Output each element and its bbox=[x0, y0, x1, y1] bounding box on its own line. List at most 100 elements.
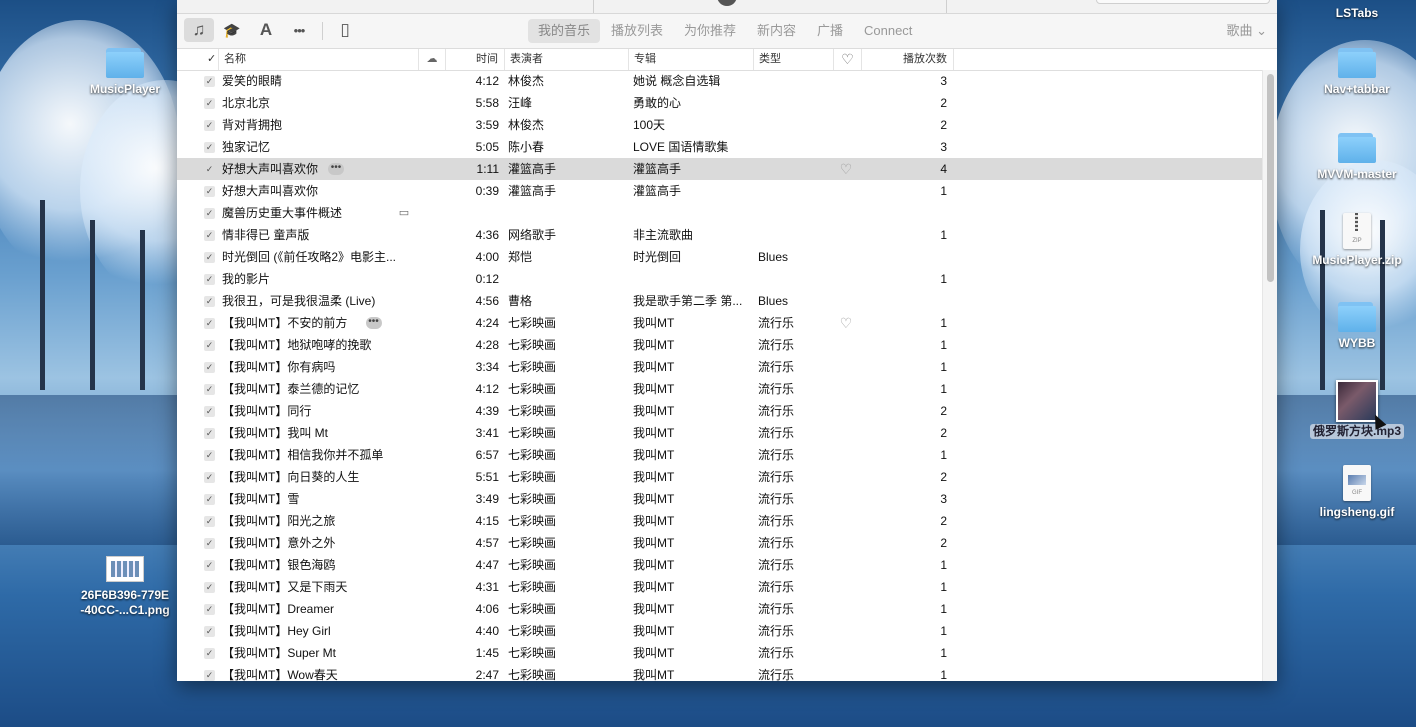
track-checkbox[interactable]: ✓ bbox=[204, 296, 215, 307]
track-row[interactable]: ✓ 【我叫MT】Super Mt 1:45 七彩映画 我叫MT 流行乐 1 bbox=[177, 642, 1262, 664]
track-play-count: 1 bbox=[940, 316, 947, 330]
track-checkbox[interactable]: ✓ bbox=[204, 362, 215, 373]
love-heart-icon[interactable]: ♡ bbox=[837, 158, 855, 180]
col-album[interactable]: 专辑 bbox=[628, 49, 753, 70]
track-row[interactable]: ✓ 【我叫MT】Wow春天 2:47 七彩映画 我叫MT 流行乐 1 bbox=[177, 664, 1262, 681]
music-note-icon[interactable]: ♫ bbox=[184, 18, 214, 42]
graduation-cap-icon[interactable]: 🎓 bbox=[217, 18, 247, 42]
more-icon[interactable]: ••• bbox=[284, 18, 314, 42]
track-row[interactable]: ✓ 好想大声叫喜欢你 0:39 灌篮高手 灌篮高手 1 bbox=[177, 180, 1262, 202]
tab-radio[interactable]: 广播 bbox=[807, 19, 853, 43]
track-checkbox[interactable]: ✓ bbox=[204, 120, 215, 131]
desktop-icon-lstabs[interactable]: LSTabs bbox=[1297, 0, 1416, 21]
more-options-icon[interactable]: ••• bbox=[328, 163, 344, 175]
track-checkbox[interactable]: ✓ bbox=[204, 274, 215, 285]
desktop-icon-wybb[interactable]: WYBB bbox=[1297, 302, 1416, 351]
track-checkbox[interactable]: ✓ bbox=[204, 76, 215, 87]
track-play-count: 2 bbox=[940, 514, 947, 528]
track-artist: 七彩映画 bbox=[508, 316, 557, 330]
tab-playlists[interactable]: 播放列表 bbox=[601, 19, 673, 43]
track-checkbox[interactable]: ✓ bbox=[204, 208, 215, 219]
love-heart-icon[interactable]: ♡ bbox=[837, 312, 855, 334]
desktop-icon-png-file[interactable]: 26F6B396-779E -40CC-...C1.png bbox=[65, 556, 185, 618]
track-row[interactable]: ✓ 【我叫MT】银色海鸥 4:47 七彩映画 我叫MT 流行乐 1 bbox=[177, 554, 1262, 576]
track-row[interactable]: ✓ 情非得已 童声版 4:36 网络歌手 非主流歌曲 1 bbox=[177, 224, 1262, 246]
track-row[interactable]: ✓ 【我叫MT】雪 3:49 七彩映画 我叫MT 流行乐 3 bbox=[177, 488, 1262, 510]
track-checkbox[interactable]: ✓ bbox=[204, 560, 215, 571]
track-row[interactable]: ✓ 我的影片 0:12 1 bbox=[177, 268, 1262, 290]
track-checkbox[interactable]: ✓ bbox=[204, 252, 215, 263]
scrollbar-thumb[interactable] bbox=[1267, 74, 1274, 282]
tab-new[interactable]: 新内容 bbox=[747, 19, 806, 43]
track-checkbox[interactable]: ✓ bbox=[204, 494, 215, 505]
track-row[interactable]: ✓ 【我叫MT】不安的前方 ••• 4:24 七彩映画 我叫MT 流行乐 ♡ 1 bbox=[177, 312, 1262, 334]
track-checkbox[interactable]: ✓ bbox=[204, 384, 215, 395]
track-checkbox[interactable]: ✓ bbox=[204, 516, 215, 527]
track-checkbox[interactable]: ✓ bbox=[204, 450, 215, 461]
track-row[interactable]: ✓ 【我叫MT】同行 4:39 七彩映画 我叫MT 流行乐 2 bbox=[177, 400, 1262, 422]
track-time: 4:31 bbox=[475, 580, 499, 594]
track-checkbox[interactable]: ✓ bbox=[204, 164, 215, 175]
track-checkbox[interactable]: ✓ bbox=[204, 186, 215, 197]
track-row[interactable]: ✓ 【我叫MT】你有病吗 3:34 七彩映画 我叫MT 流行乐 1 bbox=[177, 356, 1262, 378]
track-row[interactable]: ✓ 好想大声叫喜欢你 ••• 1:11 灌篮高手 灌篮高手 ♡ 4 bbox=[177, 158, 1262, 180]
track-checkbox[interactable]: ✓ bbox=[204, 428, 215, 439]
track-checkbox[interactable]: ✓ bbox=[204, 340, 215, 351]
desktop-icon-nav-tabbar[interactable]: Nav+tabbar bbox=[1297, 48, 1416, 97]
desktop-icon-musicplayer-folder[interactable]: MusicPlayer bbox=[65, 48, 185, 97]
track-row[interactable]: ✓ 【我叫MT】泰兰德的记忆 4:12 七彩映画 我叫MT 流行乐 1 bbox=[177, 378, 1262, 400]
tab-for-you[interactable]: 为你推荐 bbox=[674, 19, 746, 43]
col-name[interactable]: 名称 bbox=[218, 49, 418, 70]
track-checkbox[interactable]: ✓ bbox=[204, 406, 215, 417]
app-store-icon[interactable]: A bbox=[251, 18, 281, 42]
track-artist: 七彩映画 bbox=[508, 360, 557, 374]
col-plays[interactable]: 播放次数 bbox=[861, 49, 953, 70]
desktop-icon-musicplayer-zip[interactable]: ZIP MusicPlayer.zip bbox=[1297, 213, 1416, 268]
track-checkbox[interactable]: ✓ bbox=[204, 582, 215, 593]
track-checkbox[interactable]: ✓ bbox=[204, 98, 215, 109]
track-checkbox[interactable]: ✓ bbox=[204, 670, 215, 681]
track-row[interactable]: ✓ 北京北京 5:58 汪峰 勇敢的心 2 bbox=[177, 92, 1262, 114]
track-row[interactable]: ✓ 爱笑的眼睛 4:12 林俊杰 她说 概念自选辑 3 bbox=[177, 70, 1262, 92]
track-row[interactable]: ✓ 【我叫MT】阳光之旅 4:15 七彩映画 我叫MT 流行乐 2 bbox=[177, 510, 1262, 532]
track-row[interactable]: ✓ 【我叫MT】意外之外 4:57 七彩映画 我叫MT 流行乐 2 bbox=[177, 532, 1262, 554]
track-row[interactable]: ✓ 【我叫MT】向日葵的人生 5:51 七彩映画 我叫MT 流行乐 2 bbox=[177, 466, 1262, 488]
tab-my-music[interactable]: 我的音乐 bbox=[528, 19, 601, 43]
search-field[interactable] bbox=[1096, 0, 1270, 4]
col-genre[interactable]: 类型 bbox=[753, 49, 833, 70]
sort-selector[interactable]: 歌曲 ⌄ bbox=[1226, 19, 1267, 43]
desktop-icon-mvvm-master[interactable]: MVVM-master bbox=[1297, 133, 1416, 182]
heart-icon[interactable]: ♡ bbox=[833, 49, 861, 70]
track-checkbox[interactable]: ✓ bbox=[204, 230, 215, 241]
track-row[interactable]: ✓ 【我叫MT】我叫 Mt 3:41 七彩映画 我叫MT 流行乐 2 bbox=[177, 422, 1262, 444]
track-checkbox[interactable]: ✓ bbox=[204, 648, 215, 659]
track-row[interactable]: ✓ 【我叫MT】相信我你并不孤单 6:57 七彩映画 我叫MT 流行乐 1 bbox=[177, 444, 1262, 466]
track-row[interactable]: ✓ 【我叫MT】Hey Girl 4:40 七彩映画 我叫MT 流行乐 1 bbox=[177, 620, 1262, 642]
more-options-icon[interactable]: ••• bbox=[365, 317, 382, 329]
col-check[interactable]: ✓ bbox=[202, 49, 218, 70]
cloud-icon[interactable]: ☁ bbox=[418, 49, 445, 70]
track-row[interactable]: ✓ 魔兽历史重大事件概述 ▭ bbox=[177, 202, 1262, 224]
track-checkbox[interactable]: ✓ bbox=[204, 472, 215, 483]
track-checkbox[interactable]: ✓ bbox=[204, 318, 215, 329]
desktop-icon-gif[interactable]: GIF lingsheng.gif bbox=[1297, 465, 1416, 520]
track-row[interactable]: ✓ 【我叫MT】Dreamer 4:06 七彩映画 我叫MT 流行乐 1 bbox=[177, 598, 1262, 620]
track-row[interactable]: ✓ 我很丑，可是我很温柔 (Live) 4:56 曹格 我是歌手第二季 第... Blue… bbox=[177, 290, 1262, 312]
track-checkbox[interactable]: ✓ bbox=[204, 604, 215, 615]
track-row[interactable]: ✓ 背对背拥抱 3:59 林俊杰 100天 2 bbox=[177, 114, 1262, 136]
tab-connect[interactable]: Connect bbox=[854, 19, 922, 43]
track-name: 独家记忆 bbox=[222, 140, 271, 154]
track-row[interactable]: ✓ 【我叫MT】地狱咆哮的挽歌 4:28 七彩映画 我叫MT 流行乐 1 bbox=[177, 334, 1262, 356]
track-checkbox[interactable]: ✓ bbox=[204, 626, 215, 637]
track-row[interactable]: ✓ 时光倒回 (《前任攻略2》电影主... 4:00 郑恺 时光倒回 Blues bbox=[177, 246, 1262, 268]
track-time: 1:45 bbox=[475, 646, 499, 660]
track-checkbox[interactable]: ✓ bbox=[204, 142, 215, 153]
col-time[interactable]: 时间 bbox=[445, 49, 504, 70]
track-row[interactable]: ✓ 【我叫MT】又是下雨天 4:31 七彩映画 我叫MT 流行乐 1 bbox=[177, 576, 1262, 598]
desktop-icon-mp3[interactable]: 俄罗斯方块.mp3 bbox=[1297, 380, 1416, 439]
scrollbar[interactable] bbox=[1262, 70, 1277, 681]
col-artist[interactable]: 表演者 bbox=[504, 49, 628, 70]
track-row[interactable]: ✓ 独家记忆 5:05 陈小春 LOVE 国语情歌集 3 bbox=[177, 136, 1262, 158]
track-checkbox[interactable]: ✓ bbox=[204, 538, 215, 549]
device-icon[interactable]: ▯ bbox=[330, 18, 360, 42]
